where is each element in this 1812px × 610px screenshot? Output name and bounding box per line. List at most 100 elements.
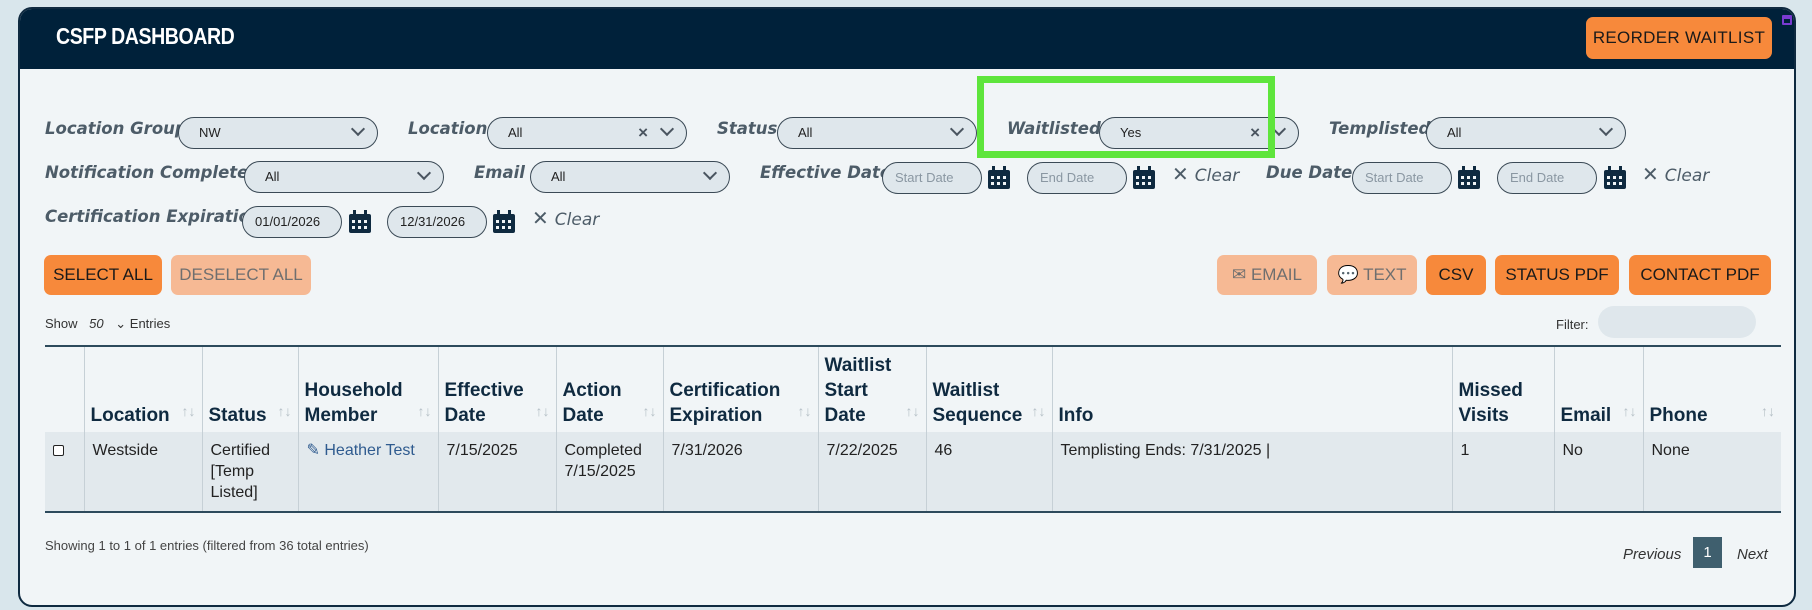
table-info: Showing 1 to 1 of 1 entries (filtered fr… bbox=[45, 538, 369, 553]
pencil-icon: ✎ bbox=[306, 442, 325, 459]
column-header-effective-date[interactable]: Effective Date ↑↓ bbox=[438, 346, 557, 432]
show-label: Show bbox=[45, 316, 78, 331]
effective-start-date-input[interactable]: Start Date bbox=[882, 162, 982, 194]
status-select[interactable]: All bbox=[777, 117, 977, 149]
certification-expiration-label: Certification Expiration bbox=[45, 207, 262, 226]
info-cell: Templisting Ends: 7/31/2025 | bbox=[1052, 432, 1453, 512]
notification-completed-select[interactable]: All bbox=[244, 161, 444, 193]
sort-icon[interactable]: ↑↓ bbox=[418, 399, 432, 424]
cert-start-date-input[interactable]: 01/01/2026 bbox=[242, 206, 342, 238]
notification-completed-value: All bbox=[265, 169, 280, 184]
text-button[interactable]: 💬 TEXT bbox=[1327, 255, 1417, 295]
phone-cell: None bbox=[1651, 442, 1690, 459]
table-row[interactable]: Westside Certified [Temp Listed] ✎ Heather… bbox=[45, 432, 1781, 512]
effective-date-cell: 7/15/2025 bbox=[438, 432, 557, 512]
column-header-location[interactable]: Location ↑↓ bbox=[84, 346, 203, 432]
member-cell: ✎ Heather Test bbox=[298, 432, 439, 512]
email-filter-label: Email bbox=[474, 163, 525, 182]
location-group-label: Location Group bbox=[45, 119, 187, 138]
chevron-down-icon bbox=[416, 165, 432, 181]
column-header-email[interactable]: Email ↑↓ bbox=[1554, 346, 1644, 432]
effective-end-date-input[interactable]: End Date bbox=[1027, 162, 1127, 194]
sort-icon[interactable]: ↑↓ bbox=[1761, 399, 1775, 424]
sort-icon[interactable]: ↑↓ bbox=[536, 399, 550, 424]
notification-completed-label: Notification Completed bbox=[45, 163, 261, 182]
clear-selection-icon[interactable]: × bbox=[638, 118, 648, 147]
calendar-icon[interactable] bbox=[1131, 165, 1157, 191]
column-header-missed-visits[interactable]: Missed Visits bbox=[1452, 346, 1555, 432]
clear-due-date-link[interactable]: ✕ Clear bbox=[1642, 162, 1709, 186]
email-filter-select[interactable]: All bbox=[530, 161, 730, 193]
templisted-label: Templisted bbox=[1329, 119, 1431, 138]
column-header-status[interactable]: Status ↑↓ bbox=[202, 346, 299, 432]
previous-page-link[interactable]: Previous bbox=[1623, 546, 1681, 563]
status-pdf-button[interactable]: STATUS PDF bbox=[1495, 255, 1619, 295]
calendar-icon[interactable] bbox=[1602, 165, 1628, 191]
location-label: Location bbox=[408, 119, 488, 138]
cert-expiration-cell: 7/31/2026 bbox=[663, 432, 819, 512]
page-number-button[interactable]: 1 bbox=[1693, 537, 1722, 568]
row-checkbox-cell bbox=[45, 432, 85, 512]
location-value: All bbox=[508, 125, 523, 140]
sort-icon[interactable]: ↑↓ bbox=[643, 399, 657, 424]
deselect-all-button[interactable]: DESELECT ALL bbox=[171, 255, 311, 295]
email-button-label: EMAIL bbox=[1250, 265, 1302, 284]
calendar-icon[interactable] bbox=[1456, 165, 1482, 191]
select-all-button[interactable]: SELECT ALL bbox=[44, 255, 162, 295]
due-start-date-input[interactable]: Start Date bbox=[1352, 162, 1452, 194]
column-header-certification-expiration[interactable]: Certification Expiration ↑↓ bbox=[663, 346, 819, 432]
due-end-date-input[interactable]: End Date bbox=[1497, 162, 1597, 194]
clear-label: Clear bbox=[1194, 166, 1240, 186]
cert-end-date-input[interactable]: 12/31/2026 bbox=[387, 206, 487, 238]
next-page-link[interactable]: Next bbox=[1737, 546, 1768, 563]
column-header-household-member[interactable]: Household Member ↑↓ bbox=[298, 346, 439, 432]
status-label: Status bbox=[717, 119, 778, 138]
entries-label: Entries bbox=[129, 316, 171, 331]
calendar-icon[interactable] bbox=[491, 209, 517, 235]
calendar-icon[interactable] bbox=[986, 165, 1012, 191]
calendar-icon[interactable] bbox=[347, 209, 373, 235]
text-button-label: TEXT bbox=[1363, 265, 1407, 284]
templisted-select[interactable]: All bbox=[1426, 117, 1626, 149]
table-header-row: Location ↑↓ Status ↑↓ Household Member ↑↓ Ef… bbox=[45, 346, 1781, 432]
sort-icon[interactable]: ↑↓ bbox=[1032, 399, 1046, 424]
window-icon[interactable] bbox=[1782, 15, 1792, 25]
select-column-header bbox=[45, 346, 85, 432]
sort-icon[interactable]: ↑↓ bbox=[906, 399, 920, 424]
column-header-waitlist-start-date[interactable]: Waitlist Start Date ↑↓ bbox=[818, 346, 927, 432]
column-header-action-date[interactable]: Action Date ↑↓ bbox=[556, 346, 664, 432]
status-cell: Certified [Temp Listed] bbox=[202, 432, 299, 512]
missed-visits-cell: 1 bbox=[1452, 432, 1555, 512]
due-date-label: Due Date bbox=[1266, 163, 1353, 182]
reorder-waitlist-button[interactable]: REORDER WAITLIST bbox=[1586, 17, 1772, 59]
email-button[interactable]: ✉ EMAIL bbox=[1217, 255, 1317, 295]
location-select[interactable]: All × bbox=[487, 117, 687, 149]
top-bar: CSFP DASHBOARD REORDER WAITLIST bbox=[20, 9, 1794, 69]
contact-pdf-button[interactable]: CONTACT PDF bbox=[1629, 255, 1771, 295]
chevron-down-icon bbox=[949, 121, 965, 137]
sort-icon[interactable]: ↑↓ bbox=[182, 399, 196, 424]
location-group-select[interactable]: NW bbox=[178, 117, 378, 149]
waitlist-sequence-cell: 46 bbox=[926, 432, 1053, 512]
column-header-waitlist-sequence[interactable]: Waitlist Sequence ↑↓ bbox=[926, 346, 1053, 432]
entries-count-select[interactable]: 50 bbox=[89, 316, 103, 331]
sort-icon[interactable]: ↑↓ bbox=[1623, 399, 1637, 424]
table-filter-input[interactable] bbox=[1598, 306, 1756, 338]
sort-icon[interactable]: ↑↓ bbox=[278, 399, 292, 424]
csv-button[interactable]: CSV bbox=[1426, 255, 1486, 295]
envelope-icon: ✉ bbox=[1232, 265, 1251, 284]
household-member-link[interactable]: ✎ Heather Test bbox=[307, 442, 415, 459]
row-checkbox[interactable] bbox=[53, 445, 64, 456]
clear-effective-date-link[interactable]: ✕ Clear bbox=[1172, 162, 1239, 186]
show-entries-control: Show 50 ⌄ Entries bbox=[45, 316, 170, 332]
clear-cert-expiration-link[interactable]: ✕ Clear bbox=[532, 206, 599, 230]
chevron-down-icon bbox=[702, 165, 718, 181]
email-cell: No bbox=[1554, 432, 1644, 512]
column-header-info[interactable]: Info bbox=[1052, 346, 1453, 432]
chevron-down-icon[interactable]: ⌄ bbox=[115, 316, 126, 331]
column-header-phone[interactable]: Phone ↑↓ bbox=[1643, 346, 1781, 432]
sort-icon[interactable]: ↑↓ bbox=[798, 399, 812, 424]
effective-date-label: Effective Date bbox=[760, 163, 892, 182]
chevron-down-icon bbox=[1598, 121, 1614, 137]
email-filter-value: All bbox=[551, 169, 566, 184]
